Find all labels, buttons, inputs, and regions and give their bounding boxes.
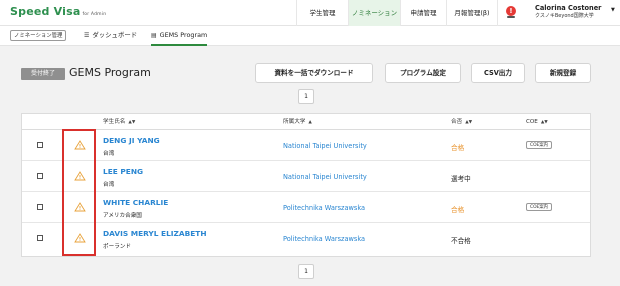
status-badge: 受付終了 [21,68,65,80]
row-checkbox[interactable] [37,235,43,241]
table-header: 学生氏名 ▲▼ 所属大学 ▲ 合否 ▲▼ COE ▲▼ [22,114,590,130]
bulk-download-button[interactable]: 資料を一括でダウンロード [255,63,373,83]
coe-guide-button[interactable]: COE案内 [526,203,553,211]
chevron-down-icon: ▼ [611,7,615,13]
result-status: 選考中 [451,175,471,183]
university-link[interactable]: Politechnika Warszawska [283,204,365,212]
sort-ascending-icon: ▲ [308,120,312,125]
top-header: Speed Visa for Admin 学生管理 ノミネーション 申請管理 月報… [0,0,620,26]
column-university[interactable]: 所属大学 ▲ [283,114,312,130]
table-row: DENG JI YANG 台湾 National Taipei Universi… [22,130,590,161]
university-link[interactable]: Politechnika Warszawska [283,235,365,243]
bell-base [507,16,515,18]
warning-icon[interactable] [74,140,86,150]
student-country: アメリカ合衆国 [103,213,142,219]
warning-icon[interactable] [74,171,86,181]
result-status: 不合格 [451,237,471,245]
row-checkbox[interactable] [37,142,43,148]
column-result-label: 合否 [451,119,463,125]
sort-icon: ▲▼ [540,120,548,125]
brand-name: Speed Visa [10,5,81,18]
list-icon: ☰ [84,32,90,39]
brand-subtitle: for Admin [82,12,107,17]
page-title: GEMS Program [69,66,151,79]
column-student-name-label: 学生氏名 [103,119,126,125]
student-name-link[interactable]: WHITE CHARLIE [103,198,168,207]
sort-icon: ▲▼ [128,120,136,125]
row-checkbox[interactable] [37,204,43,210]
tab-gems-program[interactable]: ▤ GEMS Program [151,26,208,46]
column-coe[interactable]: COE ▲▼ [526,114,548,130]
pagination-page-top[interactable]: 1 [298,89,314,104]
student-country: ポーランド [103,244,131,250]
row-checkbox[interactable] [37,173,43,179]
column-result[interactable]: 合否 ▲▼ [451,114,472,130]
document-icon: ▤ [151,32,157,39]
program-settings-button[interactable]: プログラム設定 [385,63,461,83]
result-status: 合格 [451,206,465,214]
user-organization: クスノキBeyond国際大学 [535,13,594,19]
coe-guide-button[interactable]: COE案内 [526,141,553,149]
pagination-page-bottom[interactable]: 1 [298,264,314,279]
column-coe-label: COE [526,119,538,125]
user-name: Calorina Costoner [535,4,602,12]
column-student-name[interactable]: 学生氏名 ▲▼ [103,114,135,130]
brand-logo[interactable]: Speed Visa for Admin [10,5,106,18]
student-name-link[interactable]: DENG JI YANG [103,136,160,145]
tab-gems-program-label: GEMS Program [159,31,208,39]
nav-nomination[interactable]: ノミネーション [348,0,400,26]
nav-students[interactable]: 学生管理 [296,0,348,26]
university-link[interactable]: National Taipei University [283,173,367,181]
user-menu[interactable]: Calorina Costoner クスノキBeyond国際大学 ▼ [535,4,619,20]
warning-icon[interactable] [74,233,86,243]
nav-applications[interactable]: 申請管理 [400,0,446,26]
nomination-table: 学生氏名 ▲▼ 所属大学 ▲ 合否 ▲▼ COE ▲▼ DENG JI YANG 台湾 … [21,113,591,257]
sort-icon: ▲▼ [465,120,473,125]
student-country: 台湾 [103,151,115,157]
university-link[interactable]: National Taipei University [283,142,367,150]
tab-dashboard-label: ダッシュボード [92,31,138,39]
column-university-label: 所属大学 [283,119,306,125]
student-country: 台湾 [103,182,115,188]
table-row: DAVIS MERYL ELIZABETH ポーランド Politechnika… [22,223,590,254]
tab-dashboard[interactable]: ☰ ダッシュボード [84,26,137,46]
warning-icon[interactable] [74,202,86,212]
table-row: LEE PENG 台湾 National Taipei University 選… [22,161,590,192]
csv-export-button[interactable]: CSV出力 [471,63,525,83]
table-row: WHITE CHARLIE アメリカ合衆国 Politechnika Warsz… [22,192,590,223]
nav-monthly-report[interactable]: 月報管理(β) [446,0,498,26]
new-registration-button[interactable]: 新規登録 [535,63,591,83]
student-name-link[interactable]: DAVIS MERYL ELIZABETH [103,229,207,238]
result-status: 合格 [451,144,465,152]
notification-bell-icon[interactable]: ! [506,6,516,16]
breadcrumb[interactable]: ノミネーション管理 [10,30,67,41]
student-name-link[interactable]: LEE PENG [103,167,143,176]
